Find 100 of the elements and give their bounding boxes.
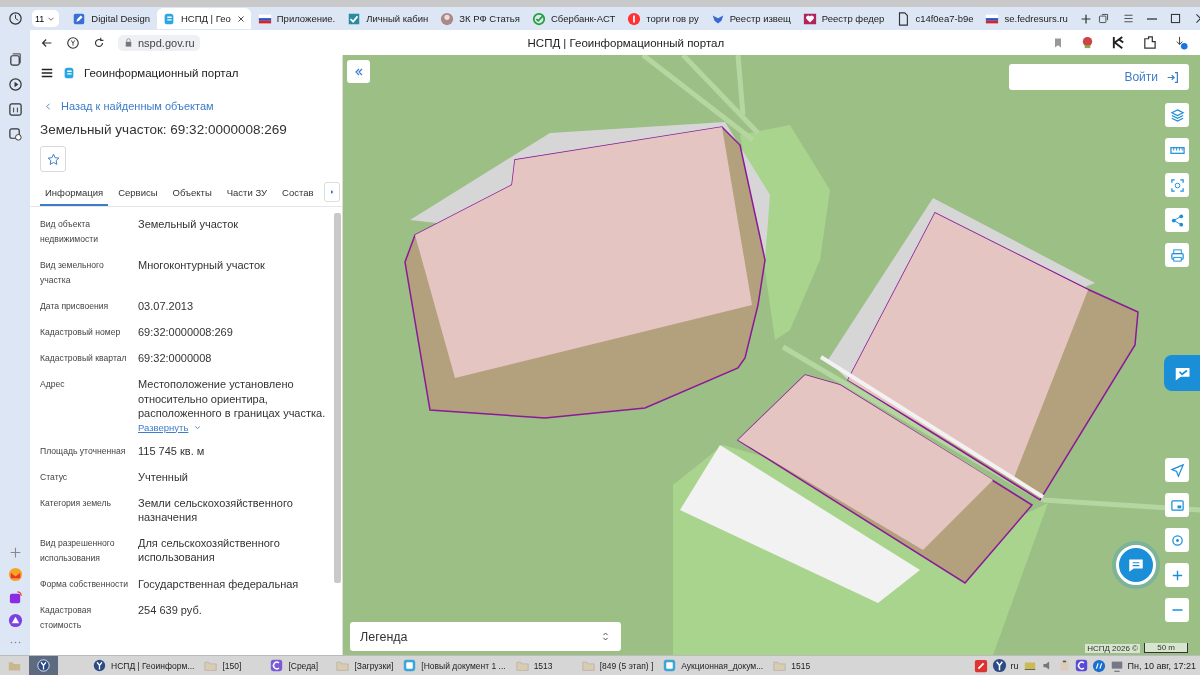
folder-icon (581, 659, 595, 672)
field-label: Категория земель (40, 496, 113, 510)
browser-icon (93, 659, 106, 672)
field-label: Вид разрешенного использования (40, 536, 116, 565)
minimap-button[interactable] (1165, 493, 1189, 517)
screenshot-icon[interactable] (7, 127, 23, 142)
ruler-button[interactable] (1165, 138, 1189, 162)
login-button[interactable]: Войти (1009, 64, 1189, 90)
panel-tab[interactable]: Объекты (167, 180, 217, 206)
browser-tab[interactable]: торги гов ру (622, 8, 704, 29)
scrollbar[interactable] (334, 213, 341, 583)
maximize-icon[interactable] (1168, 12, 1182, 25)
field-value: Государственная федеральная (138, 576, 299, 591)
favorite-button[interactable] (40, 146, 66, 172)
zoom-out-button[interactable] (1165, 598, 1189, 622)
calendar-icon[interactable] (7, 102, 23, 117)
browser-tab[interactable]: НСПД | Гео (156, 8, 251, 29)
sort-arrows-icon (600, 631, 611, 642)
back-link[interactable]: Назад к найденным объектам (44, 100, 214, 112)
minimize-icon[interactable] (1146, 17, 1157, 20)
menu-icon[interactable] (1121, 12, 1135, 25)
map-attribution: НСПД 2026 © (1085, 644, 1140, 653)
field-label: Дата присвоения (40, 300, 110, 313)
field-value: 69:32:0000008 (138, 351, 212, 366)
taskbar-item[interactable]: [150] (199, 656, 266, 675)
ya-logo-icon[interactable] (66, 35, 80, 50)
taskbar-item[interactable]: [849 (5 этап) ] (576, 656, 659, 675)
play-icon[interactable] (7, 77, 23, 92)
chat-icon (1127, 556, 1145, 574)
tab-group-button[interactable]: 11 (32, 10, 60, 27)
zoom-in-button[interactable] (1165, 563, 1189, 587)
address-field[interactable]: nspd.gov.ru (118, 34, 200, 51)
select-area-icon (1169, 177, 1185, 193)
field-value: 69:32:0000008:269 (138, 325, 233, 340)
browser-tab[interactable]: Реестр федер (797, 8, 890, 29)
copy-icon[interactable] (1096, 12, 1110, 25)
side-panel-button[interactable] (1164, 355, 1200, 391)
extension-icon[interactable] (1142, 35, 1157, 50)
browser-tab[interactable]: ЗК РФ Статья (435, 8, 525, 29)
browser-tab[interactable]: c14f0ea7-b9e (891, 8, 979, 29)
panel-tab[interactable]: Сервисы (113, 180, 163, 206)
browser-tab[interactable]: Личный кабин (342, 8, 434, 29)
legend-dropdown[interactable]: Легенда (350, 622, 621, 651)
locate-icon (1169, 462, 1185, 478)
field-value: 254 639 руб. (138, 602, 202, 617)
field-label: Площадь уточненная (40, 444, 127, 458)
field-label: Вид объекта недвижимости (40, 218, 99, 246)
folder-icon (336, 659, 350, 672)
extension-icon[interactable] (1111, 35, 1126, 50)
target-button[interactable] (1165, 528, 1189, 552)
share-button[interactable] (1165, 208, 1189, 232)
collapse-panel-button[interactable] (347, 60, 370, 83)
taskbar-item[interactable]: [Загрузки] (331, 656, 399, 675)
editor-icon[interactable] (1074, 659, 1088, 672)
mail-icon[interactable] (7, 567, 23, 582)
cards-icon[interactable] (7, 52, 23, 67)
locate-button[interactable] (1165, 458, 1189, 482)
browser-tab[interactable]: Приложение. (252, 8, 341, 29)
clipboard-icon[interactable] (1057, 659, 1071, 672)
login-icon (1166, 70, 1179, 84)
plus-icon[interactable] (8, 546, 22, 559)
layers-icon (1169, 107, 1185, 123)
taskbar-item[interactable]: [Среда] (265, 656, 332, 675)
panel-tab[interactable]: Информация (40, 180, 109, 206)
field-value: Учтенный (138, 469, 188, 484)
folder-icon (773, 659, 787, 672)
document-icon (663, 659, 677, 672)
taskbar-item[interactable]: 1513 (510, 656, 577, 675)
ring-check-icon (531, 11, 546, 26)
portal-logo-icon (62, 66, 76, 80)
clock-icon[interactable] (7, 11, 23, 26)
ya-circle-icon (627, 11, 642, 26)
panel-tab[interactable]: Состав (277, 180, 319, 206)
layers-button[interactable] (1165, 103, 1189, 127)
voice-assistant-icon[interactable] (7, 613, 23, 628)
close-icon[interactable] (235, 13, 246, 24)
expand-link[interactable]: Развернуть (138, 421, 203, 433)
browser-tab[interactable]: Digital Design (67, 8, 155, 29)
taskbar-item[interactable]: [Новый документ 1 ... (398, 656, 511, 675)
browser-tab[interactable]: se.fedresurs.ru (980, 8, 1073, 29)
browser-icon[interactable] (991, 658, 1007, 673)
bookmark-icon[interactable] (1052, 36, 1064, 49)
reload-icon[interactable] (92, 35, 106, 50)
taskbar-item[interactable]: НСПД | Геоинформ... (88, 656, 200, 675)
field-value: 115 745 кв. м (138, 443, 205, 458)
panel-tab[interactable]: Части ЗУ (221, 180, 273, 206)
field-value: Местоположение установлено относительно ориентира, расположенного в границах участка. (138, 377, 327, 421)
avatar-icon (440, 11, 455, 26)
menu-icon[interactable] (40, 66, 54, 80)
browser-tab[interactable]: Реестр извещ (705, 8, 796, 29)
keyboard-layout[interactable]: ru (1010, 660, 1019, 671)
field-label: Форма собственности (40, 577, 129, 591)
select-area-button[interactable] (1165, 173, 1189, 197)
print-button[interactable] (1165, 243, 1189, 267)
taskbar-item[interactable]: 1515 (768, 656, 835, 675)
browser-icon[interactable] (37, 659, 50, 672)
caret-right-icon (328, 188, 336, 196)
taskbar-item[interactable]: Аукционная_докум... (658, 656, 769, 675)
browser-tab[interactable]: Сбербанк-АСТ (526, 8, 621, 29)
target-icon (1169, 532, 1185, 548)
